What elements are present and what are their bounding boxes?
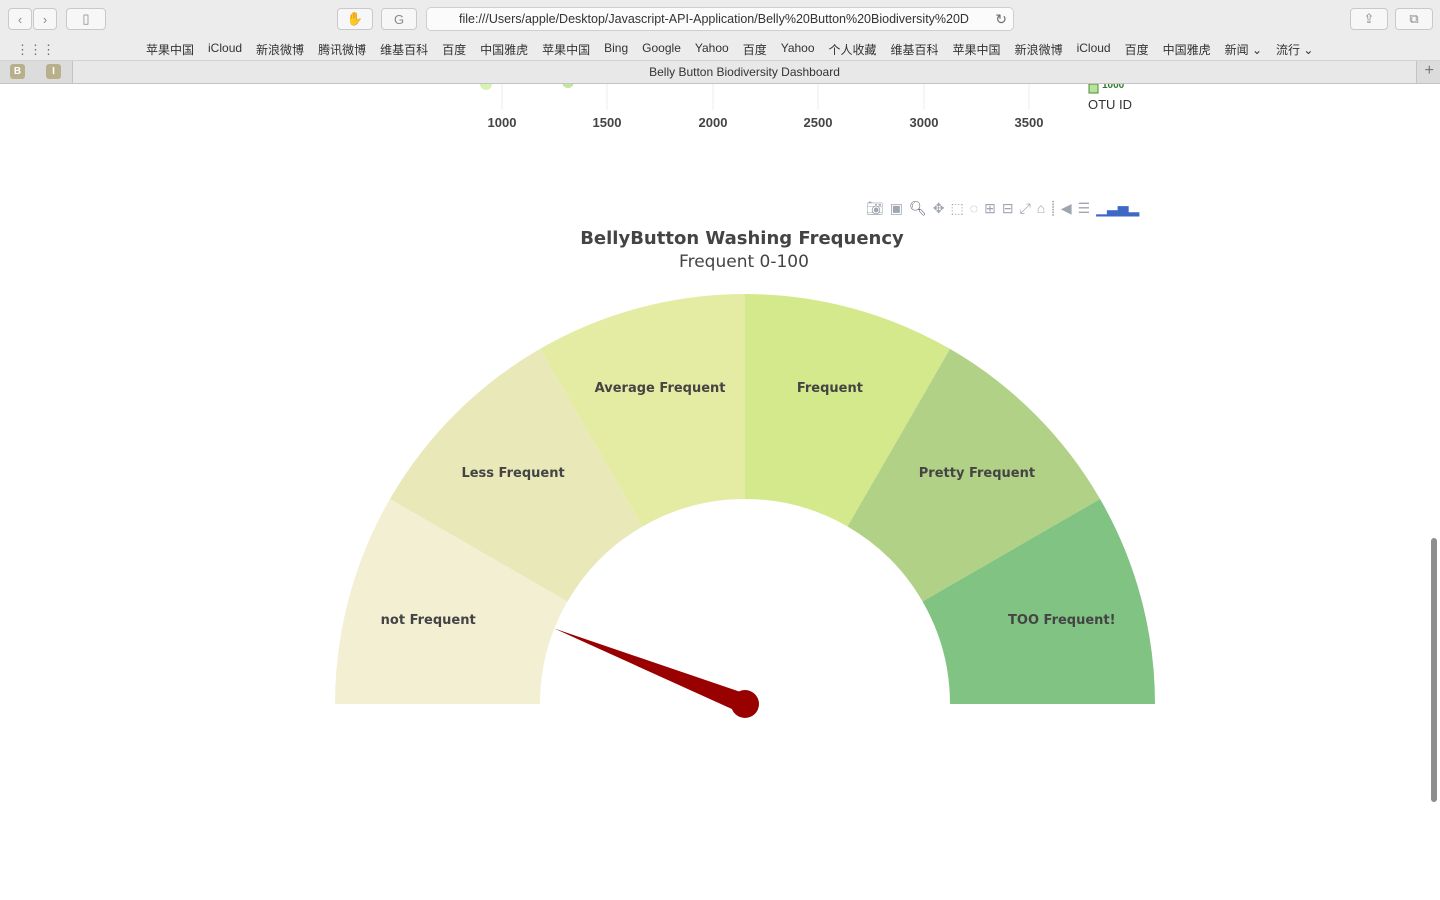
favorite-link[interactable]: 新浪微博	[256, 41, 304, 58]
legend-title: OTU ID	[1088, 97, 1132, 112]
favorite-link[interactable]: 百度	[743, 41, 767, 58]
x-tick-label: 3000	[910, 115, 939, 130]
sidebar-icon: ▯	[82, 11, 90, 26]
pinned-tab-i[interactable]: I	[46, 64, 61, 79]
share-button[interactable]: ⇪	[1350, 8, 1388, 30]
share-icon: ⇪	[1363, 11, 1375, 26]
pinned-tab-b[interactable]: B	[10, 64, 25, 79]
favorite-link[interactable]: iCloud	[208, 41, 242, 58]
favorite-link[interactable]: 维基百科	[380, 41, 428, 58]
x-tick-label: 1000	[488, 115, 517, 130]
g-logo-icon: G	[393, 11, 405, 27]
chevron-right-icon: ›	[42, 11, 48, 27]
favorite-link[interactable]: Google	[642, 41, 681, 58]
favorite-link[interactable]: 百度	[442, 41, 466, 58]
favorite-link[interactable]: Yahoo	[781, 41, 815, 58]
gauge-needle	[554, 628, 759, 718]
x-tick-label: 1500	[593, 115, 622, 130]
favorite-link[interactable]: Bing	[604, 41, 628, 58]
x-tick-label: 2500	[804, 115, 833, 130]
chevron-left-icon: ‹	[17, 11, 23, 27]
favorite-link[interactable]: 个人收藏	[829, 41, 877, 58]
favorite-link[interactable]: 流行 ⌄	[1276, 41, 1313, 58]
favorite-link[interactable]: 腾讯微博	[318, 41, 366, 58]
bubble-chart-partial: 1000 1500 2000 2500 3000 3500 1000 OTU ID	[480, 84, 1132, 130]
gauge-segment-label: Less Frequent	[461, 466, 564, 481]
reload-icon[interactable]: ↻	[995, 8, 1007, 30]
sidebar-toggle-button[interactable]: ▯	[66, 8, 106, 30]
address-bar[interactable]: file:///Users/apple/Desktop/Javascript-A…	[426, 7, 1014, 31]
forward-button[interactable]: ›	[33, 8, 57, 30]
favorite-link[interactable]: 维基百科	[891, 41, 939, 58]
browser-toolbar: ‹ › ▯ ✋ G file:///Users/apple/Desktop/Ja…	[0, 0, 1440, 39]
gauge-segment-label: not Frequent	[381, 613, 476, 628]
needle-pointer	[554, 628, 749, 714]
gauge-subtitle: Frequent 0-100	[679, 252, 809, 272]
gauge-segment-label: TOO Frequent!	[1008, 613, 1116, 628]
favorite-link[interactable]: 苹果中国	[542, 41, 590, 58]
gauge-title: BellyButton Washing Frequency	[580, 228, 904, 249]
gauge-segment-label: Pretty Frequent	[919, 466, 1035, 481]
favorite-link[interactable]: Yahoo	[695, 41, 729, 58]
privacy-extension-button[interactable]: ✋	[337, 8, 373, 30]
legend-colorbar-swatch	[1088, 84, 1099, 94]
bubble-point	[562, 84, 574, 88]
hand-icon: ✋	[346, 11, 364, 26]
tab-overview-button[interactable]: ⧉	[1395, 8, 1433, 30]
plot-area: 1000 1500 2000 2500 3000 3500 1000 OTU ID Bel…	[335, 84, 1155, 718]
favorite-link[interactable]: 苹果中国	[146, 41, 194, 58]
tabs-icon: ⧉	[1409, 11, 1419, 26]
gauge-segment-label: Frequent	[797, 381, 863, 396]
favorite-link[interactable]: iCloud	[1077, 41, 1111, 58]
favorite-link[interactable]: 苹果中国	[953, 41, 1001, 58]
favorite-link[interactable]: 百度	[1125, 41, 1149, 58]
grammarly-extension-button[interactable]: G	[381, 8, 417, 30]
bubble-point	[480, 84, 492, 90]
favorite-link[interactable]: 新浪微博	[1015, 41, 1063, 58]
grid-icon[interactable]: ⋮⋮⋮	[16, 42, 55, 58]
address-bar-url: file:///Users/apple/Desktop/Javascript-A…	[459, 12, 969, 26]
active-tab[interactable]: Belly Button Biodiversity Dashboard	[72, 61, 1417, 83]
favorite-link[interactable]: 新闻 ⌄	[1225, 41, 1262, 58]
gauge-segments	[335, 294, 1155, 704]
favorites-bar: ⋮⋮⋮ 苹果中国 iCloud 新浪微博 腾讯微博 维基百科 百度 中国雅虎 苹果中国 Bing…	[0, 38, 1440, 61]
vertical-scrollbar[interactable]	[1431, 538, 1437, 802]
gauge-segment-label: Average Frequent	[595, 381, 726, 396]
back-button[interactable]: ‹	[8, 8, 32, 30]
favorites-list: 苹果中国 iCloud 新浪微博 腾讯微博 维基百科 百度 中国雅虎 苹果中国 Bing Goog…	[146, 41, 1327, 58]
needle-hub	[731, 690, 759, 718]
legend-value: 1000	[1102, 84, 1125, 91]
favorite-link[interactable]: 中国雅虎	[1163, 41, 1211, 58]
plus-icon[interactable]: +	[1425, 62, 1434, 80]
x-axis-ticks: 1000 1500 2000 2500 3000 3500	[488, 115, 1044, 130]
favorite-link[interactable]: 中国雅虎	[480, 41, 528, 58]
x-tick-label: 3500	[1015, 115, 1044, 130]
x-tick-label: 2000	[699, 115, 728, 130]
tab-bar: B I Belly Button Biodiversity Dashboard …	[0, 61, 1440, 84]
